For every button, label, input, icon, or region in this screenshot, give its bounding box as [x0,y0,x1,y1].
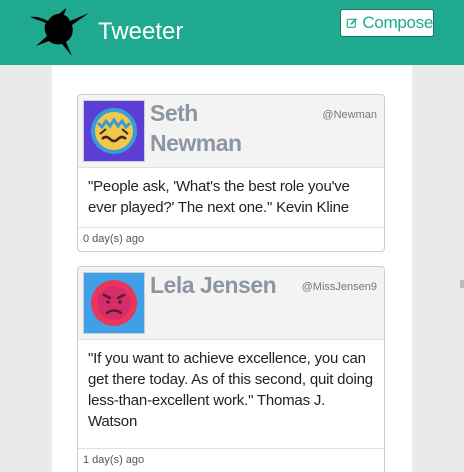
edit-icon [346,18,358,28]
app-header: Tweeter Compose [0,0,464,65]
user-name: Seth Newman [150,100,242,156]
tweet-text: "If you want to achieve excellence, you … [88,350,373,430]
user-name: Lela Jensen [150,272,277,298]
app-title: Tweeter [98,18,184,45]
tweet-timestamp: 1 day(s) ago [78,448,384,472]
angry-face-avatar-icon [84,273,144,333]
tweet-card: Lela Jensen @MissJensen9 "If you want to… [77,266,385,472]
tweet-text: "People ask, 'What's the best role you'v… [88,178,350,216]
compose-button-label: Compose [362,13,433,32]
tweet-header: Lela Jensen @MissJensen9 [78,267,384,340]
tweet-card: Seth Newman @Newman "People ask, 'What's… [77,94,385,252]
compose-button[interactable]: Compose [340,9,434,37]
avatar [83,272,145,334]
user-handle[interactable]: @MissJensen9 [302,281,377,293]
hummingbird-logo-icon [30,8,89,56]
crying-face-avatar-icon [84,101,144,161]
scrollbar-handle[interactable] [460,280,464,288]
user-handle[interactable]: @Newman [322,109,377,121]
avatar [83,100,145,162]
tweet-header: Seth Newman @Newman [78,95,384,168]
tweet-timestamp: 0 day(s) ago [78,227,384,251]
tweet-feed: Seth Newman @Newman "People ask, 'What's… [52,65,412,472]
